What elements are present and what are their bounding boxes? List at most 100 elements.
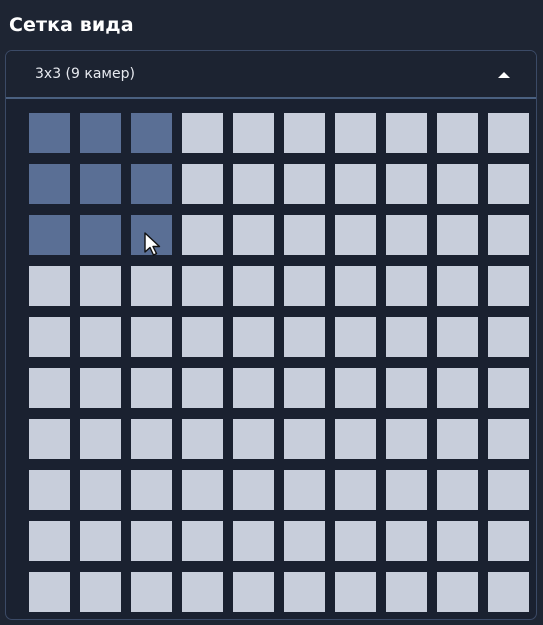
- grid-cell[interactable]: [233, 521, 274, 561]
- grid-cell[interactable]: [284, 419, 325, 459]
- grid-cell[interactable]: [284, 521, 325, 561]
- grid-cell[interactable]: [488, 521, 529, 561]
- grid-cell[interactable]: [437, 164, 478, 204]
- grid-cell[interactable]: [80, 317, 121, 357]
- grid-cell[interactable]: [284, 266, 325, 306]
- grid-cell[interactable]: [29, 419, 70, 459]
- grid-cell[interactable]: [437, 266, 478, 306]
- grid-cell[interactable]: [437, 419, 478, 459]
- grid-cell[interactable]: [233, 368, 274, 408]
- grid-cell[interactable]: [335, 317, 376, 357]
- grid-cell[interactable]: [488, 572, 529, 612]
- grid-cell-selected[interactable]: [80, 164, 121, 204]
- grid-cell[interactable]: [233, 572, 274, 612]
- grid-cell[interactable]: [131, 266, 172, 306]
- grid-cell-selected[interactable]: [29, 113, 70, 153]
- grid-cell[interactable]: [437, 521, 478, 561]
- grid-cell-selected[interactable]: [80, 113, 121, 153]
- grid-cell[interactable]: [29, 317, 70, 357]
- grid-cell[interactable]: [182, 521, 223, 561]
- grid-cell[interactable]: [488, 317, 529, 357]
- grid-cell-selected[interactable]: [29, 215, 70, 255]
- grid-cell[interactable]: [437, 368, 478, 408]
- grid-cell[interactable]: [284, 470, 325, 510]
- grid-cell[interactable]: [284, 113, 325, 153]
- grid-cell[interactable]: [233, 470, 274, 510]
- grid-cell[interactable]: [386, 572, 427, 612]
- grid-cell[interactable]: [80, 266, 121, 306]
- grid-cell[interactable]: [284, 317, 325, 357]
- grid-cell[interactable]: [182, 470, 223, 510]
- grid-cell[interactable]: [131, 419, 172, 459]
- grid-cell[interactable]: [335, 470, 376, 510]
- grid-cell[interactable]: [488, 113, 529, 153]
- grid-cell[interactable]: [386, 470, 427, 510]
- grid-cell[interactable]: [80, 470, 121, 510]
- grid-cell[interactable]: [488, 368, 529, 408]
- grid-cell[interactable]: [233, 266, 274, 306]
- grid-cell[interactable]: [131, 521, 172, 561]
- grid-cell[interactable]: [488, 266, 529, 306]
- grid-cell[interactable]: [437, 572, 478, 612]
- grid-cell[interactable]: [386, 113, 427, 153]
- grid-cell[interactable]: [182, 572, 223, 612]
- layout-select[interactable]: 3x3 (9 камер): [6, 51, 536, 99]
- grid-cell[interactable]: [182, 215, 223, 255]
- grid-cell[interactable]: [131, 317, 172, 357]
- grid-cell[interactable]: [29, 572, 70, 612]
- grid-cell[interactable]: [335, 572, 376, 612]
- grid-cell[interactable]: [386, 215, 427, 255]
- grid-cell-selected[interactable]: [29, 164, 70, 204]
- grid-cell[interactable]: [335, 419, 376, 459]
- caret-up-icon[interactable]: [498, 72, 510, 78]
- grid-cell[interactable]: [386, 317, 427, 357]
- grid-cell[interactable]: [437, 215, 478, 255]
- grid-cell[interactable]: [80, 419, 121, 459]
- grid-cell-selected[interactable]: [131, 164, 172, 204]
- grid-cell[interactable]: [437, 113, 478, 153]
- grid-cell[interactable]: [182, 266, 223, 306]
- grid-cell[interactable]: [131, 572, 172, 612]
- grid-cell[interactable]: [29, 266, 70, 306]
- grid-cell[interactable]: [335, 164, 376, 204]
- grid-cell[interactable]: [335, 113, 376, 153]
- grid-cell[interactable]: [233, 215, 274, 255]
- grid-cell[interactable]: [233, 164, 274, 204]
- grid-cell[interactable]: [386, 368, 427, 408]
- grid-cell[interactable]: [437, 470, 478, 510]
- grid-cell[interactable]: [182, 164, 223, 204]
- grid-cell[interactable]: [386, 266, 427, 306]
- grid-cell[interactable]: [335, 266, 376, 306]
- grid-cell[interactable]: [488, 164, 529, 204]
- grid-cell[interactable]: [131, 470, 172, 510]
- grid-cell-selected[interactable]: [80, 215, 121, 255]
- grid-cell[interactable]: [488, 215, 529, 255]
- grid-cell[interactable]: [386, 521, 427, 561]
- grid-cell[interactable]: [182, 368, 223, 408]
- grid-cell[interactable]: [80, 521, 121, 561]
- grid-cell[interactable]: [131, 368, 172, 408]
- grid-cell[interactable]: [335, 215, 376, 255]
- grid-cell-selected[interactable]: [131, 215, 172, 255]
- grid-cell[interactable]: [284, 572, 325, 612]
- grid-cell[interactable]: [284, 368, 325, 408]
- grid-cell[interactable]: [437, 317, 478, 357]
- grid-cell[interactable]: [233, 317, 274, 357]
- grid-cell[interactable]: [29, 470, 70, 510]
- grid-cell[interactable]: [386, 164, 427, 204]
- grid-cell[interactable]: [182, 419, 223, 459]
- grid-cell[interactable]: [335, 521, 376, 561]
- grid-cell[interactable]: [80, 572, 121, 612]
- grid-cell[interactable]: [284, 164, 325, 204]
- grid-cell[interactable]: [80, 368, 121, 408]
- grid-cell[interactable]: [488, 470, 529, 510]
- grid-cell[interactable]: [29, 368, 70, 408]
- grid-cell[interactable]: [182, 113, 223, 153]
- grid-cell[interactable]: [335, 368, 376, 408]
- grid-cell[interactable]: [386, 419, 427, 459]
- grid-cell[interactable]: [284, 215, 325, 255]
- grid-cell[interactable]: [182, 317, 223, 357]
- grid-cell[interactable]: [488, 419, 529, 459]
- grid-cell[interactable]: [29, 521, 70, 561]
- grid-cell[interactable]: [233, 419, 274, 459]
